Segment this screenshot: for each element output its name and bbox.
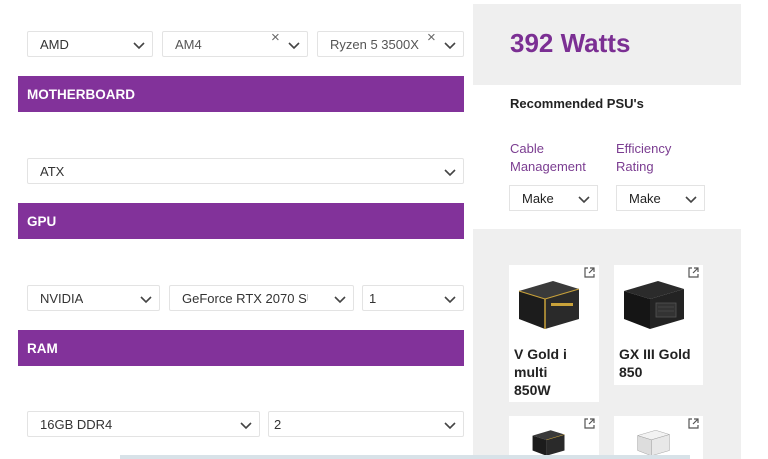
psu-product-card[interactable]: V Gold i multi 850W (509, 265, 599, 402)
psu-product-name: V Gold i multi 850W (514, 346, 567, 398)
ram-type-select[interactable]: 16GB DDR4 (27, 411, 260, 437)
chevron-down-icon (444, 169, 456, 177)
cpu-socket-select[interactable]: AM4 × (162, 29, 308, 57)
motherboard-section-header: MOTHERBOARD (18, 76, 464, 112)
external-link-icon[interactable] (688, 418, 699, 429)
chevron-down-icon (288, 42, 300, 50)
gpu-model-value: GeForce RTX 2070 SUPER (182, 291, 308, 306)
chevron-down-icon (444, 42, 456, 50)
close-icon[interactable]: × (427, 29, 436, 46)
psu-product-card[interactable]: GX III Gold 850 (614, 265, 703, 385)
chevron-down-icon (334, 296, 346, 304)
motherboard-form-factor-select[interactable]: ATX (27, 158, 464, 184)
gpu-brand-value: NVIDIA (40, 291, 84, 306)
psu-product-image (624, 281, 684, 329)
chevron-down-icon (685, 196, 697, 204)
cable-management-value: Make (522, 191, 554, 206)
chevron-down-icon (444, 422, 456, 430)
cpu-model-select[interactable]: Ryzen 5 3500X × (317, 29, 464, 57)
motherboard-form-factor-value: ATX (40, 164, 65, 179)
close-icon[interactable]: × (271, 29, 280, 46)
psu-product-card[interactable] (509, 416, 599, 459)
chevron-down-icon (578, 196, 590, 204)
psu-product-name: GX III Gold 850 (619, 346, 691, 380)
wattage-panel: 392 Watts (473, 4, 741, 85)
ram-section-header: RAM (18, 330, 464, 366)
horizontal-scrollbar[interactable] (120, 455, 690, 459)
wattage-value: 392 Watts (510, 28, 631, 58)
gpu-quantity-select[interactable]: 1 (362, 285, 464, 311)
external-link-icon[interactable] (688, 267, 699, 278)
gpu-model-select[interactable]: GeForce RTX 2070 SUPER (169, 285, 354, 311)
cable-management-label: Cable Management (510, 141, 586, 174)
ram-quantity-value: 2 (274, 417, 282, 432)
efficiency-rating-select[interactable]: Make (616, 185, 705, 211)
external-link-icon[interactable] (584, 267, 595, 278)
efficiency-rating-label: Efficiency Rating (616, 141, 672, 174)
ram-type-value: 16GB DDR4 (40, 417, 113, 432)
cpu-socket-value: AM4 (175, 37, 202, 52)
psu-product-card[interactable] (614, 416, 703, 459)
cpu-brand-select[interactable]: AMD (27, 31, 153, 57)
chevron-down-icon (140, 296, 152, 304)
cpu-model-value: Ryzen 5 3500X (330, 37, 419, 52)
cpu-brand-value: AMD (40, 37, 69, 52)
ram-quantity-select[interactable]: 2 (268, 411, 464, 437)
gpu-quantity-value: 1 (369, 291, 377, 306)
chevron-down-icon (240, 422, 252, 430)
chevron-down-icon (133, 42, 145, 50)
chevron-down-icon (444, 296, 456, 304)
gpu-section-header: GPU (18, 203, 464, 239)
recommended-psu-title: Recommended PSU's (510, 96, 644, 111)
gpu-brand-select[interactable]: NVIDIA (27, 285, 160, 311)
psu-product-image (518, 281, 580, 329)
external-link-icon[interactable] (584, 418, 595, 429)
efficiency-rating-value: Make (629, 191, 661, 206)
cable-management-select[interactable]: Make (509, 185, 598, 211)
